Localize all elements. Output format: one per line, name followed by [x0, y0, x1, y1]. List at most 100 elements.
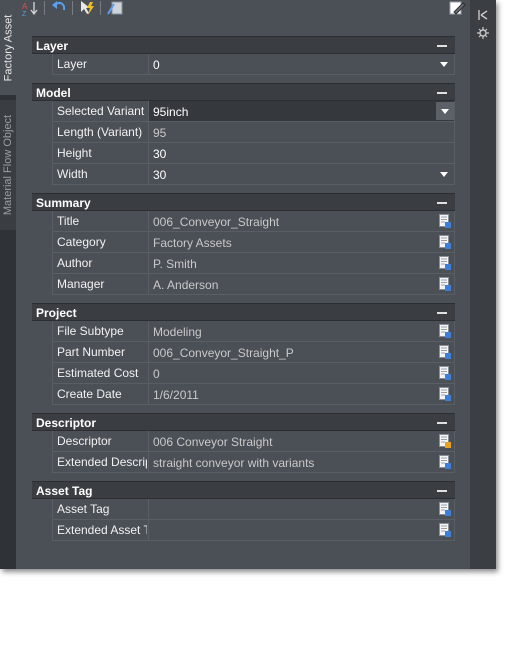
property-label: Extended Asset T	[57, 523, 147, 537]
property-row-estimated-cost[interactable]: Estimated Cost 0	[53, 363, 454, 384]
field-edit-icon[interactable]	[439, 324, 451, 338]
property-row-part-number[interactable]: Part Number 006_Conveyor_Straight_P	[53, 342, 454, 363]
field-edit-icon[interactable]	[439, 366, 451, 380]
palette-side-strip	[470, 0, 496, 569]
author-input[interactable]: P. Smith	[148, 253, 454, 273]
property-value: P. Smith	[153, 257, 197, 271]
height-input[interactable]: 30	[148, 143, 454, 163]
section-project-header[interactable]: Project	[32, 303, 455, 321]
asset-tag-input[interactable]	[148, 499, 454, 519]
property-label: Length (Variant)	[57, 125, 143, 139]
collapse-icon[interactable]	[437, 92, 447, 94]
property-row-extended-asset-tag[interactable]: Extended Asset T	[53, 520, 454, 541]
property-row-extended-descriptor[interactable]: Extended Descrip straight conveyor with …	[53, 452, 454, 473]
quick-select-icon[interactable]	[78, 0, 96, 16]
property-row-descriptor[interactable]: Descriptor 006 Conveyor Straight	[53, 431, 454, 452]
file-subtype-input[interactable]: Modeling	[148, 321, 454, 341]
chevron-down-icon[interactable]	[440, 172, 448, 177]
section-model-rows: Selected Variant 95inch Length (Variant)…	[52, 101, 455, 185]
field-edit-icon[interactable]	[439, 214, 451, 228]
property-label: Create Date	[57, 387, 122, 401]
property-value: 95	[153, 126, 167, 140]
property-row-asset-tag[interactable]: Asset Tag	[53, 499, 454, 520]
estimated-cost-input[interactable]: 0	[148, 363, 454, 383]
undo-icon[interactable]	[50, 0, 68, 16]
field-edit-icon[interactable]	[439, 387, 451, 401]
sort-icon[interactable]: A Z	[22, 0, 40, 18]
field-edit-icon[interactable]	[439, 235, 451, 249]
collapse-icon[interactable]	[437, 490, 447, 492]
section-summary-title: Summary	[36, 196, 91, 210]
category-input[interactable]: Factory Assets	[148, 232, 454, 252]
property-label: Height	[57, 146, 92, 160]
tab-material-flow-object[interactable]: Material Flow Object	[0, 100, 16, 230]
tab-factory-asset[interactable]: Factory Asset	[0, 0, 16, 95]
property-row-width[interactable]: Width 30	[53, 164, 454, 185]
field-edit-icon[interactable]	[439, 523, 451, 537]
svg-text:A: A	[22, 2, 28, 11]
properties-icon[interactable]	[476, 26, 490, 40]
property-value: Factory Assets	[153, 236, 232, 250]
property-row-length-variant[interactable]: Length (Variant) 95	[53, 122, 454, 143]
property-row-category[interactable]: Category Factory Assets	[53, 232, 454, 253]
field-edit-icon[interactable]	[439, 502, 451, 516]
property-row-author[interactable]: Author P. Smith	[53, 253, 454, 274]
section-model-title: Model	[36, 86, 71, 100]
property-value: Modeling	[153, 325, 202, 339]
property-row-selected-variant[interactable]: Selected Variant 95inch	[53, 101, 454, 122]
section-asset-tag-header[interactable]: Asset Tag	[32, 481, 455, 499]
collapse-icon[interactable]	[437, 45, 447, 47]
auto-hide-icon[interactable]	[476, 8, 490, 22]
chevron-down-icon[interactable]	[440, 62, 448, 67]
property-label: Part Number	[57, 345, 126, 359]
property-value: 95inch	[153, 105, 189, 119]
collapse-icon[interactable]	[437, 202, 447, 204]
field-edit-icon[interactable]	[439, 434, 451, 448]
property-value: 30	[153, 147, 167, 161]
section-asset-tag-rows: Asset Tag Extended Asset T	[52, 499, 455, 541]
property-label: Estimated Cost	[57, 366, 139, 380]
toolbar-separator	[100, 1, 101, 15]
collapse-icon[interactable]	[437, 312, 447, 314]
property-row-title[interactable]: Title 006_Conveyor_Straight	[53, 211, 454, 232]
property-row-file-subtype[interactable]: File Subtype Modeling	[53, 321, 454, 342]
property-label: Selected Variant	[57, 104, 145, 118]
extended-descriptor-input[interactable]: straight conveyor with variants	[148, 452, 454, 472]
manager-input[interactable]: A. Anderson	[148, 274, 454, 294]
field-icon[interactable]	[106, 0, 124, 16]
field-edit-icon[interactable]	[439, 345, 451, 359]
width-select[interactable]: 30	[148, 164, 454, 184]
section-summary-header[interactable]: Summary	[32, 193, 455, 211]
property-row-height[interactable]: Height 30	[53, 143, 454, 164]
palette-tab-strip: Factory Asset Material Flow Object	[0, 0, 16, 569]
create-date-input[interactable]: 1/6/2011	[148, 384, 454, 404]
property-label: Descriptor	[57, 434, 112, 448]
property-value: 1/6/2011	[153, 388, 199, 402]
field-edit-icon[interactable]	[439, 256, 451, 270]
field-edit-icon[interactable]	[439, 455, 451, 469]
extended-asset-tag-input[interactable]	[148, 520, 454, 540]
property-label: Layer	[57, 57, 88, 71]
descriptor-input[interactable]: 006 Conveyor Straight	[148, 431, 454, 451]
chevron-down-icon	[441, 109, 449, 114]
section-project-rows: File Subtype Modeling Part Number 006_Co…	[52, 321, 455, 405]
field-edit-icon[interactable]	[439, 277, 451, 291]
property-label: Category	[57, 235, 106, 249]
property-row-layer[interactable]: Layer 0	[53, 54, 454, 75]
property-row-create-date[interactable]: Create Date 1/6/2011	[53, 384, 454, 405]
selected-variant-select[interactable]: 95inch	[148, 101, 454, 121]
section-asset-tag-title: Asset Tag	[36, 484, 93, 498]
dropdown-button[interactable]	[436, 102, 454, 120]
title-input[interactable]: 006_Conveyor_Straight	[148, 211, 454, 231]
edit-icon[interactable]	[448, 0, 466, 16]
collapse-icon[interactable]	[437, 422, 447, 424]
layer-select[interactable]: 0	[148, 54, 454, 74]
section-descriptor-header[interactable]: Descriptor	[32, 413, 455, 431]
property-label: Author	[57, 256, 93, 270]
tab-factory-asset-label: Factory Asset	[2, 14, 15, 81]
section-model-header[interactable]: Model	[32, 83, 455, 101]
part-number-input[interactable]: 006_Conveyor_Straight_P	[148, 342, 454, 362]
section-project-title: Project	[36, 306, 77, 320]
property-row-manager[interactable]: Manager A. Anderson	[53, 274, 454, 295]
section-layer-header[interactable]: Layer	[32, 36, 455, 54]
